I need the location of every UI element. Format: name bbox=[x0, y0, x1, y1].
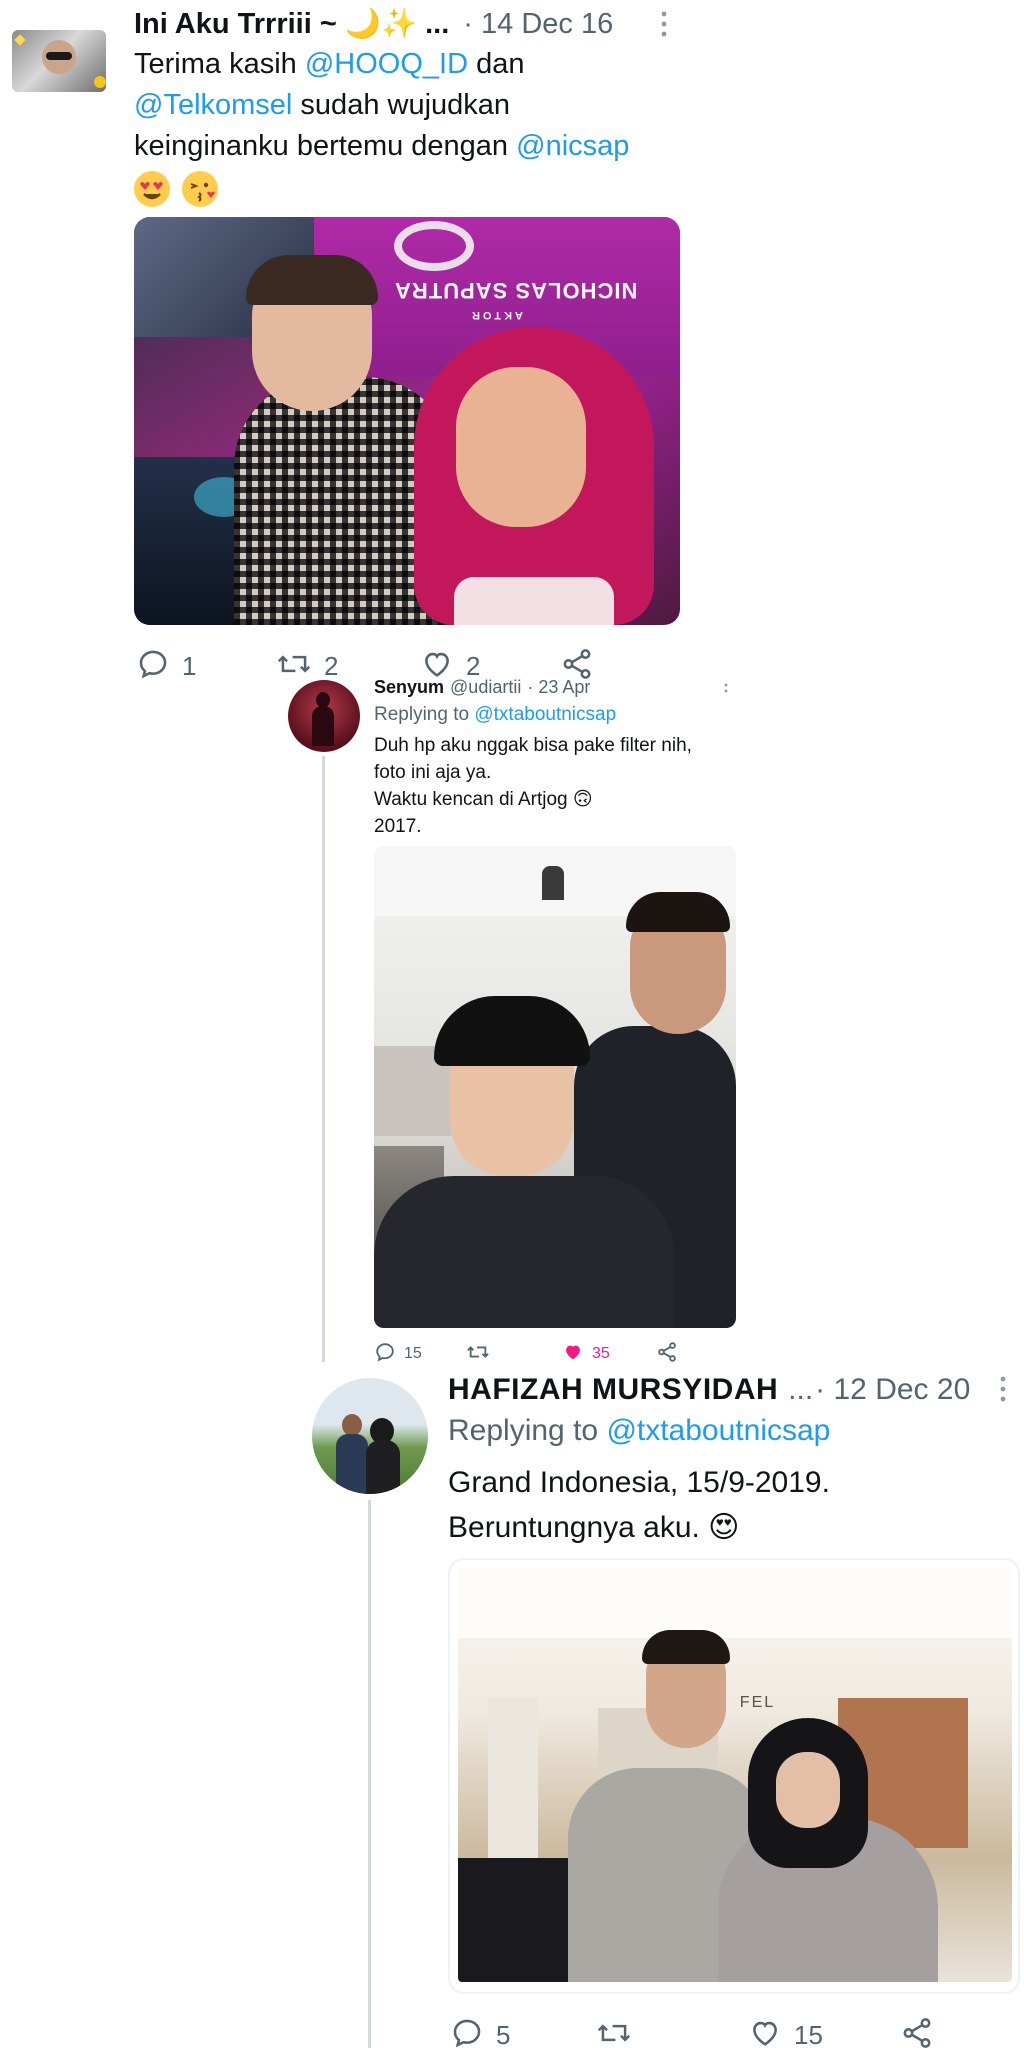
retweet-icon bbox=[596, 2016, 632, 2048]
like-button[interactable]: 15 bbox=[748, 2018, 823, 2048]
text-line: Grand Indonesia, 15/9-2019. bbox=[448, 1466, 830, 1499]
retweet-icon bbox=[466, 1341, 490, 1368]
text-line: Beruntungnya aku. 😍 bbox=[448, 1511, 740, 1544]
display-name[interactable]: Ini Aku Trrriii ~ 🌙✨ ... bbox=[134, 7, 449, 41]
like-count: 35 bbox=[592, 1345, 610, 1362]
more-options-icon[interactable] bbox=[656, 10, 672, 38]
tweet-text: Terima kasih @HOOQ_ID dan @Telkomsel sud… bbox=[134, 44, 694, 208]
reply-button[interactable]: 15 bbox=[374, 1342, 422, 1366]
heart-eyes-emoji-icon bbox=[134, 171, 170, 208]
avatar[interactable] bbox=[288, 680, 360, 752]
text-segment: sudah wujudkan bbox=[292, 89, 511, 121]
reply-count: 5 bbox=[496, 2019, 511, 2048]
tweet-photo[interactable]: BA FEL bbox=[458, 1568, 1012, 1982]
kiss-emoji-icon bbox=[182, 171, 219, 208]
retweet-icon bbox=[276, 647, 312, 686]
user-handle[interactable]: @udiartii bbox=[450, 677, 521, 698]
replying-label: Replying to bbox=[448, 1414, 607, 1447]
thread-line bbox=[322, 756, 325, 1362]
more-options-icon[interactable] bbox=[722, 680, 730, 696]
photo-sign-subtext: AKTOR bbox=[469, 309, 523, 321]
display-name[interactable]: Senyum bbox=[374, 677, 444, 698]
replying-to: Replying to @txtaboutnicsap bbox=[374, 704, 616, 726]
text-line: Duh hp aku nggak bisa pake filter nih, bbox=[374, 735, 692, 756]
share-button[interactable] bbox=[900, 2016, 934, 2048]
tweet-photo[interactable]: NICHOLAS SAPUTRA AKTOR bbox=[134, 217, 680, 625]
mention-nicsap[interactable]: @nicsap bbox=[516, 130, 629, 162]
replying-handle[interactable]: @txtaboutnicsap bbox=[606, 1414, 830, 1447]
retweet-button[interactable]: 2 bbox=[276, 648, 338, 684]
share-icon bbox=[900, 2016, 934, 2048]
like-count: 15 bbox=[794, 2019, 823, 2048]
more-options-icon[interactable] bbox=[996, 1374, 1010, 1404]
reply-button[interactable]: 5 bbox=[450, 2018, 510, 2048]
heart-icon bbox=[748, 2016, 782, 2048]
tweet-date[interactable]: · 12 Dec 20 bbox=[815, 1373, 970, 1407]
text-segment: keinginanku bertemu dengan bbox=[134, 130, 517, 162]
mention-telkomsel[interactable]: @Telkomsel bbox=[134, 89, 292, 121]
text-segment: Terima kasih bbox=[134, 48, 305, 80]
avatar[interactable] bbox=[312, 1378, 428, 1494]
text-line: Waktu kencan di Artjog 🙃 bbox=[374, 789, 593, 810]
like-button[interactable]: 35 bbox=[562, 1342, 610, 1366]
replying-handle[interactable]: @txtaboutnicsap bbox=[474, 704, 616, 725]
reply-icon bbox=[136, 647, 170, 686]
heart-filled-icon bbox=[562, 1341, 584, 1368]
tweet-photo[interactable] bbox=[374, 846, 736, 1328]
replying-to: Replying to @txtaboutnicsap bbox=[448, 1414, 830, 1448]
tweet-photo-frame[interactable]: BA FEL bbox=[448, 1558, 1020, 1994]
reply-count: 1 bbox=[182, 650, 197, 681]
reply-icon bbox=[374, 1341, 396, 1368]
replying-label: Replying to bbox=[374, 704, 475, 725]
avatar[interactable] bbox=[12, 30, 106, 92]
tweet-text: Duh hp aku nggak bisa pake filter nih, f… bbox=[374, 732, 754, 840]
reply-count: 15 bbox=[404, 1345, 422, 1362]
share-button[interactable] bbox=[656, 1341, 678, 1368]
reply-button[interactable]: 1 bbox=[136, 648, 196, 684]
retweet-button[interactable] bbox=[596, 2018, 644, 2048]
tweet-date[interactable]: · 14 Dec 16 bbox=[463, 8, 613, 41]
tweet-date[interactable]: · 23 Apr bbox=[527, 677, 590, 698]
share-icon bbox=[656, 1341, 678, 1368]
name-ellipsis: ... bbox=[788, 1373, 814, 1406]
mention-hooq[interactable]: @HOOQ_ID bbox=[305, 48, 468, 80]
retweet-count: 2 bbox=[324, 650, 339, 681]
text-segment: dan bbox=[468, 48, 525, 80]
photo-sign-text: NICHOLAS SAPUTRA bbox=[394, 278, 638, 303]
text-line: foto ini aja ya. bbox=[374, 762, 492, 783]
reply-icon bbox=[450, 2016, 484, 2048]
display-name[interactable]: HAFIZAH MURSYIDAH bbox=[448, 1373, 778, 1407]
thread-line bbox=[368, 1500, 371, 2048]
text-line: 2017. bbox=[374, 816, 422, 837]
tweet-text: Grand Indonesia, 15/9-2019. Beruntungnya… bbox=[448, 1460, 1008, 1550]
retweet-button[interactable] bbox=[466, 1342, 498, 1366]
